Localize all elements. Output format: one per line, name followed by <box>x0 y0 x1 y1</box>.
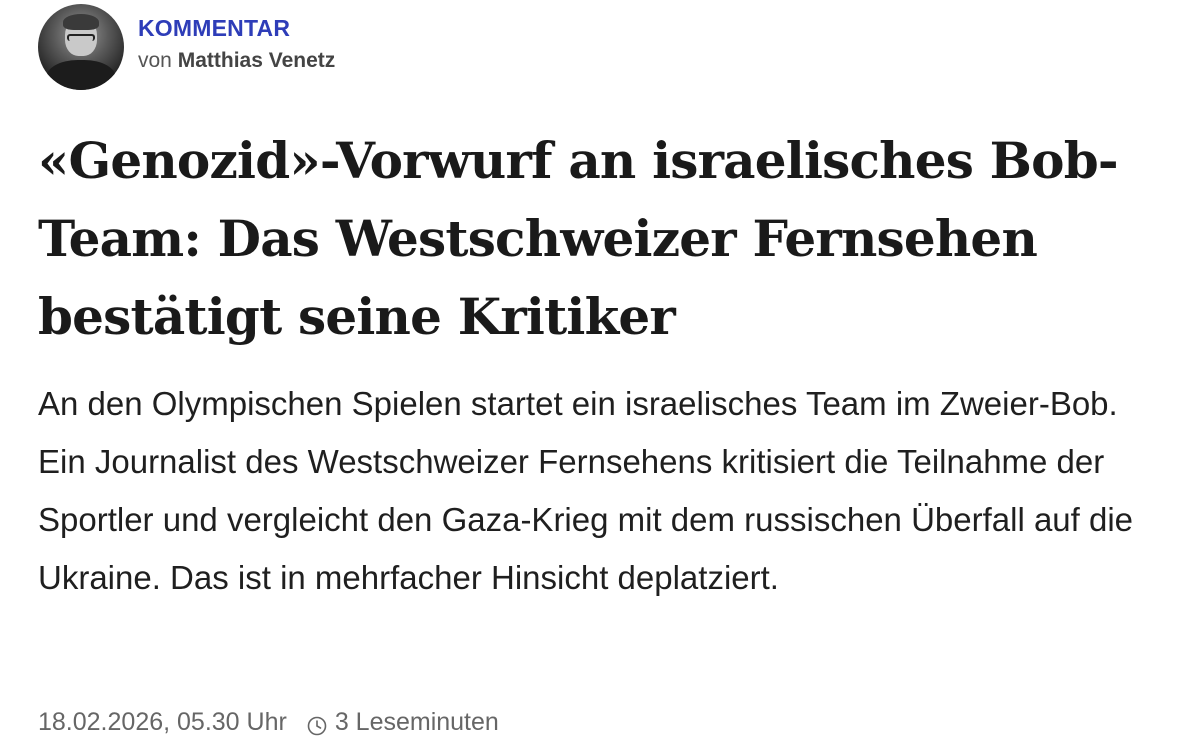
byline-text: KOMMENTAR von Matthias Venetz <box>138 14 335 76</box>
byline-block: KOMMENTAR von Matthias Venetz <box>38 4 335 90</box>
reading-time: 3 Leseminuten <box>334 708 499 736</box>
publish-date: 18.02.2026, 05.30 Uhr <box>38 708 287 736</box>
author-name-link[interactable]: Matthias Venetz <box>178 49 336 72</box>
article-meta: 18.02.2026, 05.30 Uhr 3 Leseminuten <box>38 706 499 738</box>
avatar-glasses <box>67 34 95 41</box>
article-lead: An den Olympischen Spielen startet ein i… <box>38 385 1134 596</box>
article-kicker: KOMMENTAR <box>138 15 291 41</box>
clock-icon <box>307 712 327 736</box>
avatar-hair <box>63 14 99 30</box>
author-line: von Matthias Venetz <box>138 46 335 76</box>
article-page: KOMMENTAR von Matthias Venetz «Genozid»-… <box>0 0 1200 736</box>
article-headline: «Genozid»-Vorwurf an israelisches Bob-Te… <box>38 131 1119 346</box>
author-avatar[interactable] <box>38 4 124 90</box>
byline-prefix: von <box>138 49 172 72</box>
avatar-body <box>46 60 116 90</box>
